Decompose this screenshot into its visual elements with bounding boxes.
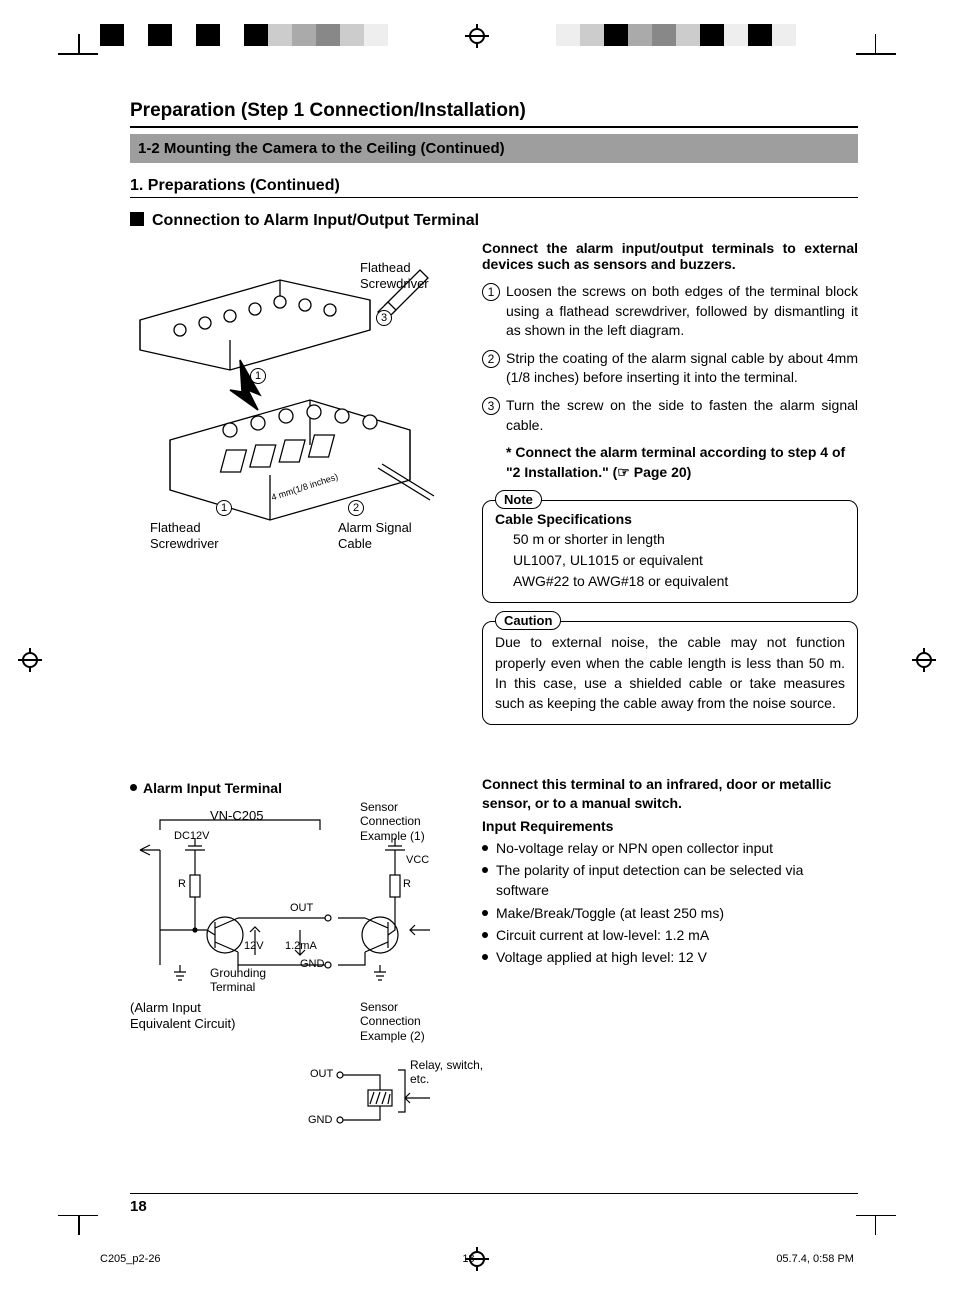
connect-instruction: Connect this terminal to an infrared, do… [482,775,858,814]
intro-text: Connect the alarm input/output terminals… [482,240,858,272]
note-line: AWG#22 to AWG#18 or equivalent [513,571,845,592]
content-area: Preparation (Step 1 Connection/Installat… [130,100,858,1140]
left-column: 3 1 1 2 Flathead Screwdriver Flathead Sc… [130,240,482,1140]
label-grounding: Grounding Terminal [210,966,266,995]
step-text: Loosen the screws on both edges of the t… [506,282,858,341]
label-12v: 12V [244,940,264,953]
caution-text: Due to external noise, the cable may not… [495,632,845,713]
label-sensor1: Sensor Connection Example (1) [360,800,425,843]
label-gnd2: GND [308,1114,332,1127]
registration-cross-icon [18,648,42,672]
label-r2: R [403,878,411,891]
asterisk-note: * Connect the alarm terminal according t… [506,443,858,482]
list-item: The polarity of input detection can be s… [482,860,858,901]
terminal-block-diagram: 3 1 1 2 Flathead Screwdriver Flathead Sc… [130,250,450,560]
note-label: Note [495,490,542,509]
note-line: 50 m or shorter in length [513,529,845,550]
requirements-list: No-voltage relay or NPN open collector i… [482,838,858,968]
subsection-band: 1-2 Mounting the Camera to the Ceiling (… [130,134,858,163]
note-title: Cable Specifications [495,511,845,527]
label-gnd1: GND [300,958,324,971]
crop-mark [78,34,118,74]
label-vcc: VCC [406,854,429,867]
footer-page: 18 [462,1253,474,1265]
bullet-icon [130,784,137,791]
registration-cross-icon [465,24,489,48]
input-requirements-heading: Input Requirements [482,818,858,834]
note-box: Note Cable Specifications 50 m or shorte… [482,500,858,603]
label-sensor2: Sensor Connection Example (2) [360,1000,425,1043]
callout-1: 1 [250,368,266,384]
right-column: Connect the alarm input/output terminals… [482,240,858,1140]
registration-cross-icon [912,648,936,672]
heading-text: Connection to Alarm Input/Output Termina… [152,212,479,229]
list-item: Make/Break/Toggle (at least 250 ms) [482,903,858,923]
label-flathead-top: Flathead Screwdriver [360,260,429,291]
alarm-input-heading: Alarm Input Terminal [130,780,482,796]
label-relay: Relay, switch, etc. [410,1058,483,1087]
square-bullet-icon [130,212,144,226]
heading-level-1: 1. Preparations (Continued) [130,177,858,198]
page: Preparation (Step 1 Connection/Installat… [0,0,954,1295]
list-item: No-voltage relay or NPN open collector i… [482,838,858,858]
label-vn: VN-C205 [210,808,263,824]
step-text: Strip the coating of the alarm signal ca… [506,349,858,388]
step-number-icon: 1 [482,283,500,301]
input-requirements-section: Connect this terminal to an infrared, do… [482,775,858,968]
alarm-input-section: Alarm Input Terminal [130,780,482,1140]
label-dc12v: DC12V [174,830,209,843]
step-number-icon: 2 [482,350,500,368]
footer-file: C205_p2-26 [100,1253,161,1265]
list-item: Circuit current at low-level: 1.2 mA [482,925,858,945]
label-flathead-bottom: Flathead Screwdriver [150,520,219,551]
crop-mark [78,1195,118,1235]
step-text: Turn the screw on the side to fasten the… [506,396,858,435]
label-out1: OUT [290,902,313,915]
step-2: 2 Strip the coating of the alarm signal … [482,349,858,388]
label-equiv: (Alarm Input Equivalent Circuit) [130,1000,236,1031]
footer: C205_p2-26 18 05.7.4, 0:58 PM [100,1253,854,1265]
callout-3: 3 [376,310,392,326]
callout-1: 1 [216,500,232,516]
caution-label: Caution [495,611,561,630]
label-r1: R [178,878,186,891]
footer-timestamp: 05.7.4, 0:58 PM [776,1253,854,1265]
list-item: Voltage applied at high level: 12 V [482,947,858,967]
label-out2: OUT [310,1068,333,1081]
section-title: Preparation (Step 1 Connection/Installat… [130,100,858,128]
page-number: 18 [130,1193,858,1215]
heading-level-2: Connection to Alarm Input/Output Termina… [130,212,858,230]
callout-2: 2 [348,500,364,516]
step-number-icon: 3 [482,397,500,415]
step-3: 3 Turn the screw on the side to fasten t… [482,396,858,435]
note-line: UL1007, UL1015 or equivalent [513,550,845,571]
label-ma: 1.2mA [285,940,317,953]
caution-box: Caution Due to external noise, the cable… [482,621,858,724]
step-1: 1 Loosen the screws on both edges of the… [482,282,858,341]
alarm-input-circuit-diagram: VN-C205 DC12V R R OUT 12V 1.2mA Groundin… [130,800,470,1140]
label-alarm-cable: Alarm Signal Cable [338,520,412,551]
